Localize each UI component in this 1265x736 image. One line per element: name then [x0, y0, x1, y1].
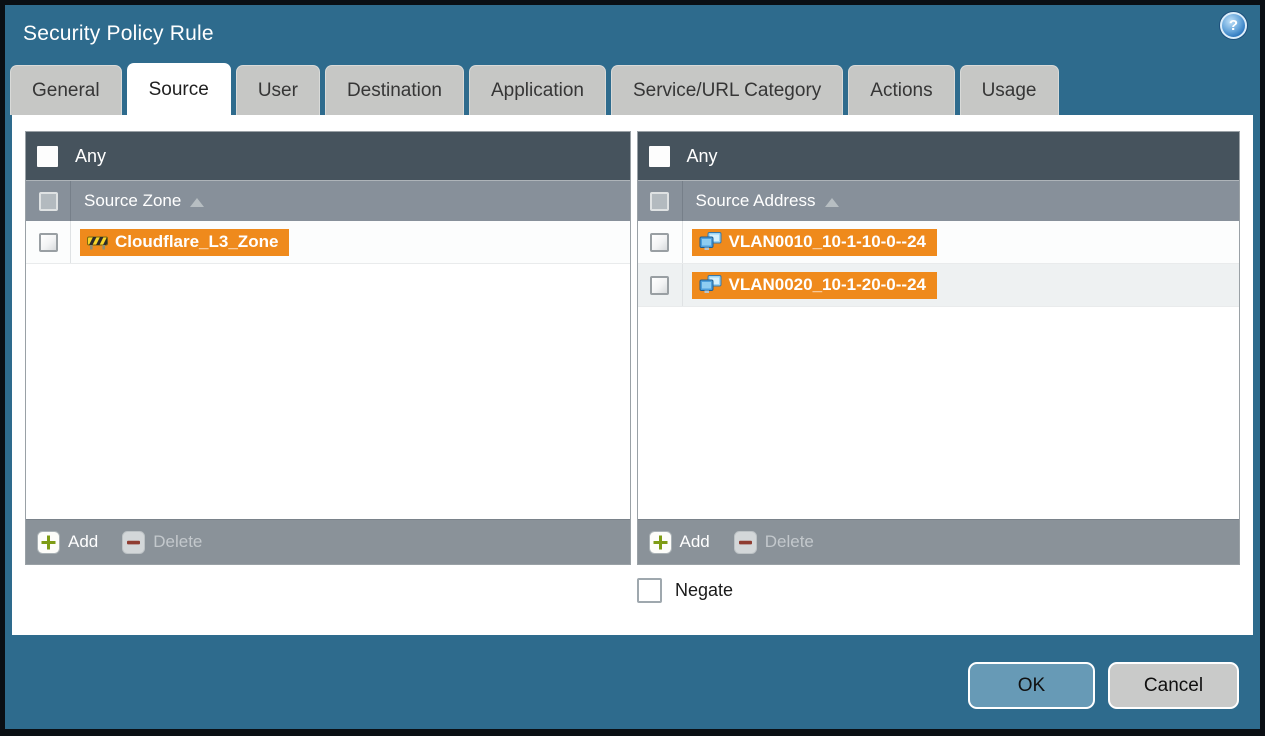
tab-bar: General Source User Destination Applicat…	[5, 63, 1260, 115]
panels-container: Any Source Zone Cloudflare_L3_Zone Add D…	[12, 115, 1253, 565]
source-zone-footer: Add Delete	[26, 519, 630, 564]
delete-button-label: Delete	[764, 532, 814, 551]
row-checkbox-cell	[26, 221, 71, 263]
source-zone-any-header: Any	[26, 132, 630, 180]
source-address-delete-button[interactable]: Delete	[733, 530, 814, 554]
source-address-row[interactable]: VLAN0020_10-1-20-0--24	[637, 264, 1239, 307]
source-zone-delete-button[interactable]: Delete	[122, 530, 203, 554]
tab-actions[interactable]: Actions	[848, 65, 955, 115]
source-zone-row-checkbox[interactable]	[38, 232, 58, 252]
dialog-title: Security Policy Rule	[23, 22, 214, 45]
source-tab-content: Any Source Zone Cloudflare_L3_Zone Add D…	[12, 115, 1253, 635]
source-address-item-label: VLAN0010_10-1-10-0--24	[728, 231, 927, 251]
cancel-button[interactable]: Cancel	[1108, 662, 1239, 709]
source-address-any-label: Any	[686, 145, 718, 166]
delete-icon	[733, 530, 757, 554]
help-icon[interactable]: ?	[1220, 12, 1247, 39]
add-icon	[648, 530, 672, 554]
screen: Security Policy Rule ? General Source Us…	[0, 0, 1265, 736]
source-address-list: VLAN0010_10-1-10-0--24 VLAN0020_10-1-20-…	[637, 221, 1239, 519]
zone-icon	[87, 234, 108, 250]
row-checkbox-cell	[638, 221, 683, 263]
source-address-panel: Any Source Address VLAN0010_10-1-10-0--2…	[636, 131, 1240, 565]
sort-ascending-icon	[824, 197, 839, 207]
source-zone-panel: Any Source Zone Cloudflare_L3_Zone Add D…	[25, 131, 631, 565]
source-zone-row[interactable]: Cloudflare_L3_Zone	[26, 221, 630, 264]
source-address-any-checkbox[interactable]	[648, 145, 670, 167]
tab-application[interactable]: Application	[469, 65, 606, 115]
sort-ascending-icon	[190, 197, 205, 207]
source-address-column-header: Source Address	[637, 180, 1239, 221]
source-zone-any-checkbox[interactable]	[37, 145, 58, 167]
tab-destination[interactable]: Destination	[324, 65, 464, 115]
network-icon	[699, 232, 722, 251]
source-address-row-checkbox[interactable]	[650, 275, 669, 295]
dialog-actions: OK Cancel	[968, 662, 1239, 709]
source-zone-any-label: Any	[75, 145, 107, 166]
dialog-titlebar: Security Policy Rule ?	[5, 5, 1260, 63]
source-address-item[interactable]: VLAN0020_10-1-20-0--24	[691, 271, 937, 299]
add-icon	[37, 530, 60, 554]
source-address-any-header: Any	[637, 132, 1239, 180]
source-zone-add-button[interactable]: Add	[37, 530, 99, 554]
row-checkbox-cell	[638, 264, 683, 306]
ok-button[interactable]: OK	[968, 662, 1095, 709]
source-zone-column-title: Source Zone	[84, 191, 182, 210]
tab-source[interactable]: Source	[126, 63, 231, 115]
add-button-label: Add	[679, 532, 710, 551]
source-zone-item[interactable]: Cloudflare_L3_Zone	[80, 228, 290, 256]
security-policy-rule-dialog: Security Policy Rule ? General Source Us…	[5, 5, 1260, 729]
source-zone-list: Cloudflare_L3_Zone	[26, 221, 630, 519]
source-zone-column-title-cell[interactable]: Source Zone	[71, 181, 205, 221]
negate-row: Negate	[637, 578, 1253, 603]
tab-usage[interactable]: Usage	[959, 65, 1059, 115]
negate-checkbox[interactable]	[637, 578, 662, 603]
source-zone-column-header: Source Zone	[26, 180, 630, 221]
source-address-item[interactable]: VLAN0010_10-1-10-0--24	[691, 228, 937, 256]
source-zone-select-all-checkbox[interactable]	[38, 191, 58, 211]
source-address-column-title-cell[interactable]: Source Address	[683, 181, 839, 221]
tab-general[interactable]: General	[10, 65, 122, 115]
source-address-item-label: VLAN0020_10-1-20-0--24	[728, 274, 927, 294]
source-address-add-button[interactable]: Add	[648, 530, 710, 554]
delete-icon	[122, 530, 146, 554]
source-zone-item-label: Cloudflare_L3_Zone	[115, 231, 279, 251]
source-address-select-all-checkbox[interactable]	[650, 191, 669, 211]
add-button-label: Add	[68, 532, 99, 551]
delete-button-label: Delete	[153, 532, 203, 551]
source-address-header-checkbox-cell	[638, 181, 683, 221]
dialog-bottom-bar: OK Cancel	[5, 635, 1260, 729]
tab-service-url-category[interactable]: Service/URL Category	[610, 65, 844, 115]
tab-user[interactable]: User	[235, 65, 320, 115]
network-icon	[699, 275, 722, 294]
source-address-column-title: Source Address	[695, 191, 816, 210]
source-address-row-checkbox[interactable]	[650, 232, 669, 252]
source-zone-header-checkbox-cell	[26, 181, 71, 221]
source-address-footer: Add Delete	[637, 519, 1239, 564]
negate-label: Negate	[675, 580, 734, 600]
source-address-row[interactable]: VLAN0010_10-1-10-0--24	[637, 221, 1239, 264]
